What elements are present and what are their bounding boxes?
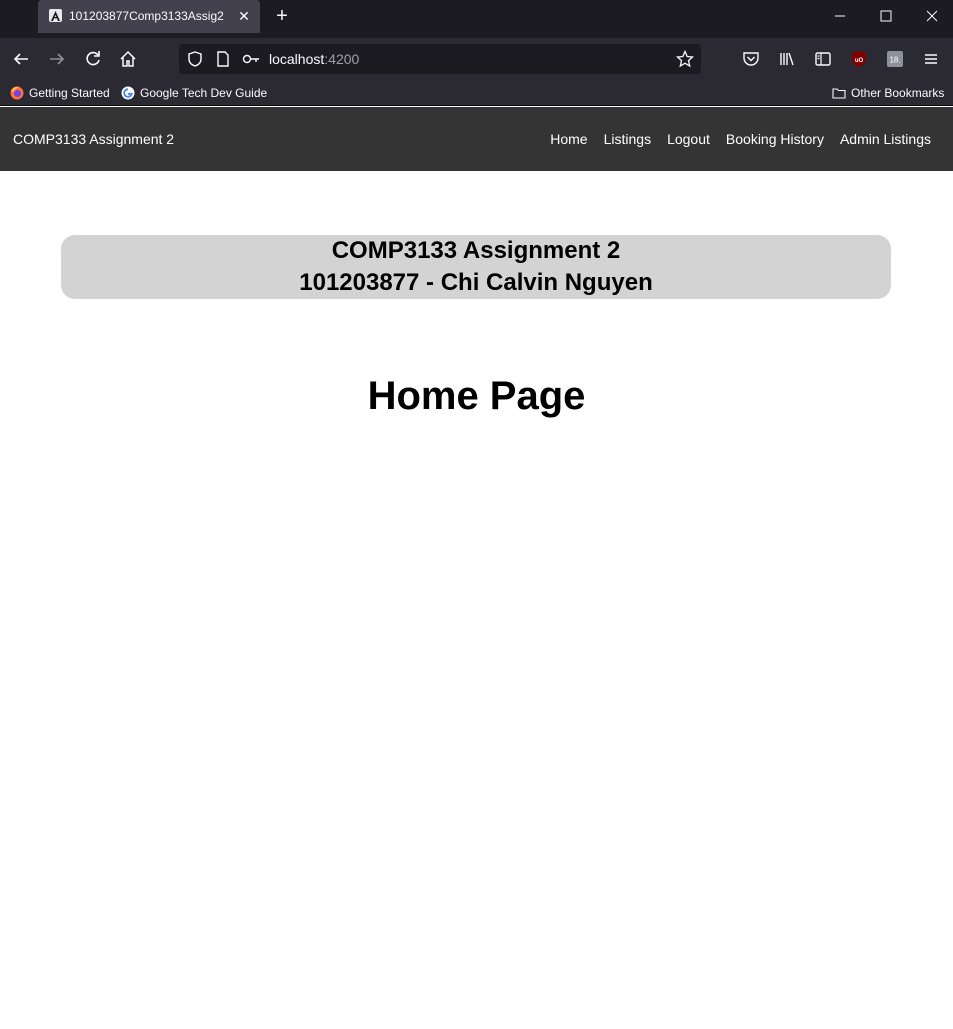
close-window-icon[interactable] — [922, 6, 942, 26]
google-icon — [121, 86, 135, 100]
page-title: Home Page — [367, 374, 586, 418]
banner-author: 101203877 - Chi Calvin Nguyen — [299, 269, 653, 296]
bookmark-label: Google Tech Dev Guide — [140, 86, 268, 100]
other-bookmarks[interactable]: Other Bookmarks — [832, 85, 944, 101]
sidebar-icon[interactable] — [812, 48, 834, 70]
svg-text:uO: uO — [855, 58, 864, 64]
header-banner: COMP3133 Assignment 2 101203877 - Chi Ca… — [61, 235, 891, 299]
key-icon[interactable] — [240, 48, 262, 70]
browser-titlebar: 101203877Comp3133Assig2 ✕ + — [0, 0, 953, 38]
url-text: localhost:4200 — [269, 51, 360, 67]
star-icon[interactable] — [674, 48, 696, 70]
folder-icon — [832, 86, 846, 100]
shield-icon[interactable] — [184, 48, 206, 70]
ublock-origin-icon[interactable]: uO — [848, 48, 870, 70]
menu-icon[interactable] — [920, 48, 942, 70]
nav-link-listings[interactable]: Listings — [604, 131, 651, 147]
nav-menu: Home Listings Logout Booking History Adm… — [550, 131, 931, 147]
page-icon[interactable] — [212, 48, 234, 70]
browser-tab[interactable]: 101203877Comp3133Assig2 ✕ — [38, 0, 260, 33]
firefox-icon — [10, 86, 24, 100]
bookmark-google-tech-dev-guide[interactable]: Google Tech Dev Guide — [121, 85, 267, 101]
nav-link-admin-listings[interactable]: Admin Listings — [840, 131, 931, 147]
nav-link-booking-history[interactable]: Booking History — [726, 131, 824, 147]
bookmark-label: Getting Started — [29, 86, 110, 100]
other-bookmarks-label: Other Bookmarks — [851, 86, 945, 100]
app-navbar: COMP3133 Assignment 2 Home Listings Logo… — [0, 107, 953, 171]
url-bar[interactable]: localhost:4200 — [179, 44, 701, 74]
svg-text:18.: 18. — [889, 56, 900, 65]
forward-icon[interactable] — [46, 48, 68, 70]
library-icon[interactable] — [776, 48, 798, 70]
nav-link-home[interactable]: Home — [550, 131, 587, 147]
minimize-icon[interactable] — [830, 6, 850, 26]
browser-toolbar: localhost:4200 uO 18. — [0, 38, 953, 80]
close-tab-icon[interactable]: ✕ — [236, 8, 252, 24]
bookmarks-toolbar: Getting Started Google Tech Dev Guide Ot… — [0, 80, 953, 106]
app-brand[interactable]: COMP3133 Assignment 2 — [13, 131, 174, 147]
back-icon[interactable] — [10, 48, 32, 70]
pocket-icon[interactable] — [740, 48, 762, 70]
new-tab-icon[interactable]: + — [272, 6, 292, 26]
banner-title: COMP3133 Assignment 2 — [331, 237, 621, 264]
maximize-icon[interactable] — [876, 6, 896, 26]
bookmark-getting-started[interactable]: Getting Started — [10, 85, 110, 101]
angular-icon — [49, 9, 62, 22]
reload-icon[interactable] — [82, 48, 104, 70]
extension-icon[interactable]: 18. — [884, 48, 906, 70]
home-icon[interactable] — [117, 48, 139, 70]
tab-title: 101203877Comp3133Assig2 — [69, 9, 224, 23]
nav-link-logout[interactable]: Logout — [667, 131, 710, 147]
